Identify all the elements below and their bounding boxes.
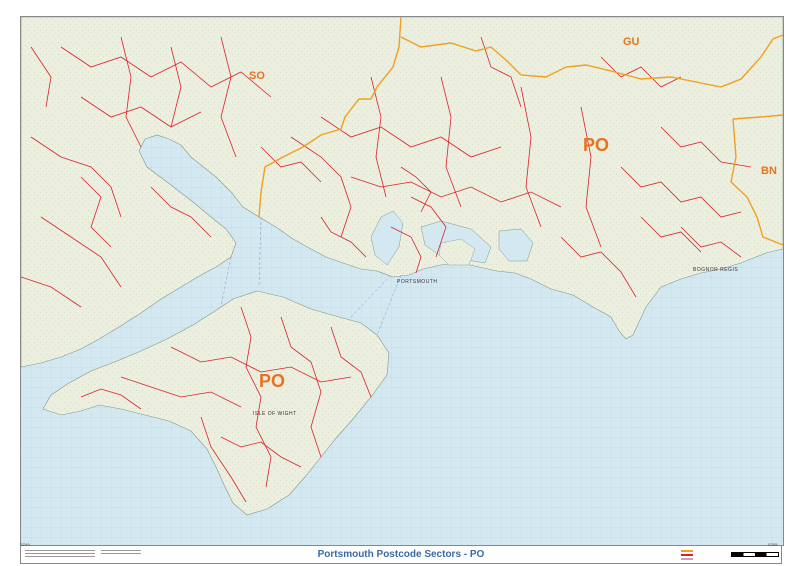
- area-label-po-island: PO: [259, 371, 285, 391]
- map-canvas[interactable]: SO GU PO BN PO PORTSMOUTH BOGNOR REGIS I…: [20, 16, 784, 546]
- grid-ref-bottom-right: SZ85: [768, 542, 778, 547]
- area-label-po-mainland: PO: [583, 135, 609, 155]
- map-title: Portsmouth Postcode Sectors - PO: [317, 549, 485, 560]
- place-label-portsmouth: PORTSMOUTH: [397, 279, 437, 285]
- scale-bar: [731, 548, 779, 561]
- area-label-bn: BN: [761, 165, 777, 177]
- map-footer: Portsmouth Postcode Sectors - PO: [20, 546, 782, 564]
- area-label-so: SO: [249, 70, 265, 82]
- place-label-iow: ISLE OF WIGHT: [253, 411, 297, 417]
- map-svg: SO GU PO BN PO PORTSMOUTH BOGNOR REGIS I…: [21, 17, 783, 545]
- grid-ref-bottom-left: SZ49: [20, 542, 30, 547]
- place-label-bognor: BOGNOR REGIS: [693, 267, 738, 273]
- footer-legend: [681, 548, 723, 561]
- area-label-gu: GU: [623, 36, 640, 48]
- map-sheet: SO GU PO BN PO PORTSMOUTH BOGNOR REGIS I…: [0, 0, 800, 566]
